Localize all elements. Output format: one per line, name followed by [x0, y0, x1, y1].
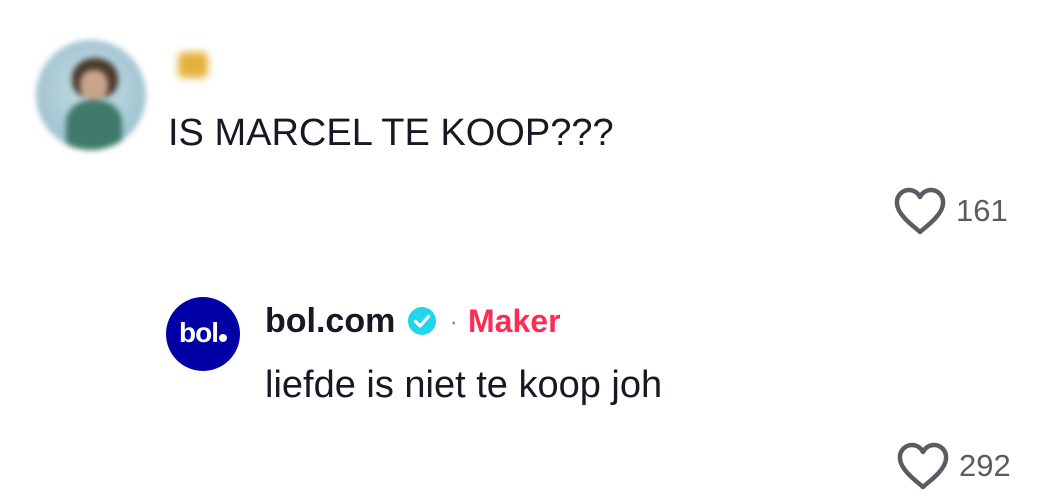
- reply-username[interactable]: bol.com: [265, 302, 395, 341]
- creator-label: Maker: [468, 302, 561, 339]
- user-avatar[interactable]: [36, 40, 146, 150]
- reply-text: liefde is niet te koop joh: [265, 364, 663, 406]
- heart-outline-icon: [894, 187, 946, 235]
- verified-badge-icon: [408, 307, 437, 335]
- comment-text: IS MARCEL TE KOOP???: [168, 112, 614, 154]
- brand-logo-text: bol: [179, 317, 227, 349]
- comment-like-button[interactable]: 161: [892, 186, 1008, 236]
- username-emoji-icon: [178, 52, 208, 78]
- avatar-face-shape: [80, 70, 108, 100]
- reply-header: bol.com · Maker: [265, 300, 561, 342]
- heart-outline-icon: [897, 442, 949, 490]
- reply-like-button[interactable]: 292: [895, 441, 1011, 491]
- brand-avatar[interactable]: bol: [166, 297, 240, 371]
- reply-like-count: 292: [959, 448, 1011, 483]
- avatar-body-shape: [66, 100, 122, 150]
- header-separator: ·: [449, 305, 459, 336]
- comment-username-redacted[interactable]: [168, 52, 208, 78]
- brand-logo-dot: [219, 334, 227, 342]
- comment-like-count: 161: [956, 193, 1008, 228]
